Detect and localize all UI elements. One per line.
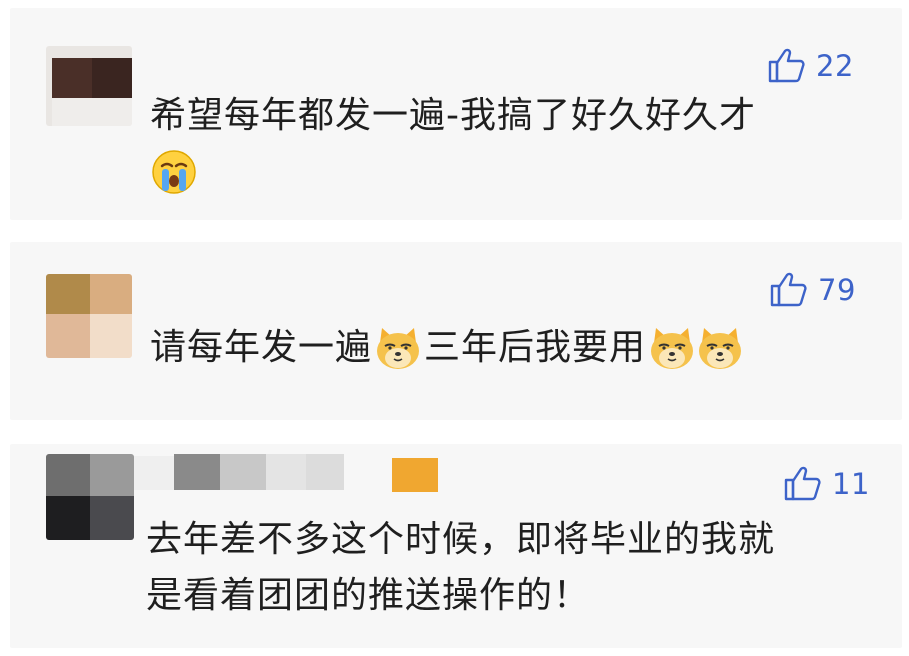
doge-face-emoji — [374, 325, 422, 371]
doge-face-emoji — [648, 325, 696, 371]
avatar[interactable] — [46, 46, 132, 126]
thumbs-up-icon — [784, 466, 822, 502]
comment-card: 22 希望每年都发一遍-我搞了好久好久才 — [10, 8, 902, 220]
comment-segment: 请每年发一遍 — [150, 327, 373, 368]
username[interactable] — [134, 452, 444, 492]
avatar[interactable] — [46, 454, 134, 540]
thumbs-up-icon — [770, 272, 808, 308]
crying-face-emoji — [150, 148, 198, 196]
comment-line: 是看着团团的推送操作的！ — [146, 575, 591, 616]
like-count: 11 — [832, 467, 870, 501]
comment-card: 79 请每年发一遍 三年后我要用 — [10, 242, 902, 420]
comment-segment: 三年后我要用 — [424, 327, 647, 368]
like-button[interactable]: 22 — [768, 48, 854, 84]
comment-text: 去年差不多这个时候，即将毕业的我就 是看着团团的推送操作的！ — [146, 512, 886, 624]
thumbs-up-icon — [768, 48, 806, 84]
comment-card: 11 去年差不多这个时候，即将毕业的我就 是看着团团的推送操作的！ — [10, 444, 902, 648]
like-count: 22 — [816, 49, 854, 83]
like-button[interactable]: 11 — [784, 466, 870, 502]
like-button[interactable]: 79 — [770, 272, 856, 308]
comment-line: 去年差不多这个时候，即将毕业的我就 — [146, 519, 776, 560]
doge-face-emoji — [696, 325, 744, 371]
comment-line: 希望每年都发一遍-我搞了好久好久才 — [150, 95, 756, 136]
avatar[interactable] — [46, 274, 132, 358]
like-count: 79 — [818, 273, 856, 307]
comment-text: 请每年发一遍 三年后我要用 — [150, 320, 890, 376]
comment-text: 希望每年都发一遍-我搞了好久好久才 — [150, 88, 870, 200]
